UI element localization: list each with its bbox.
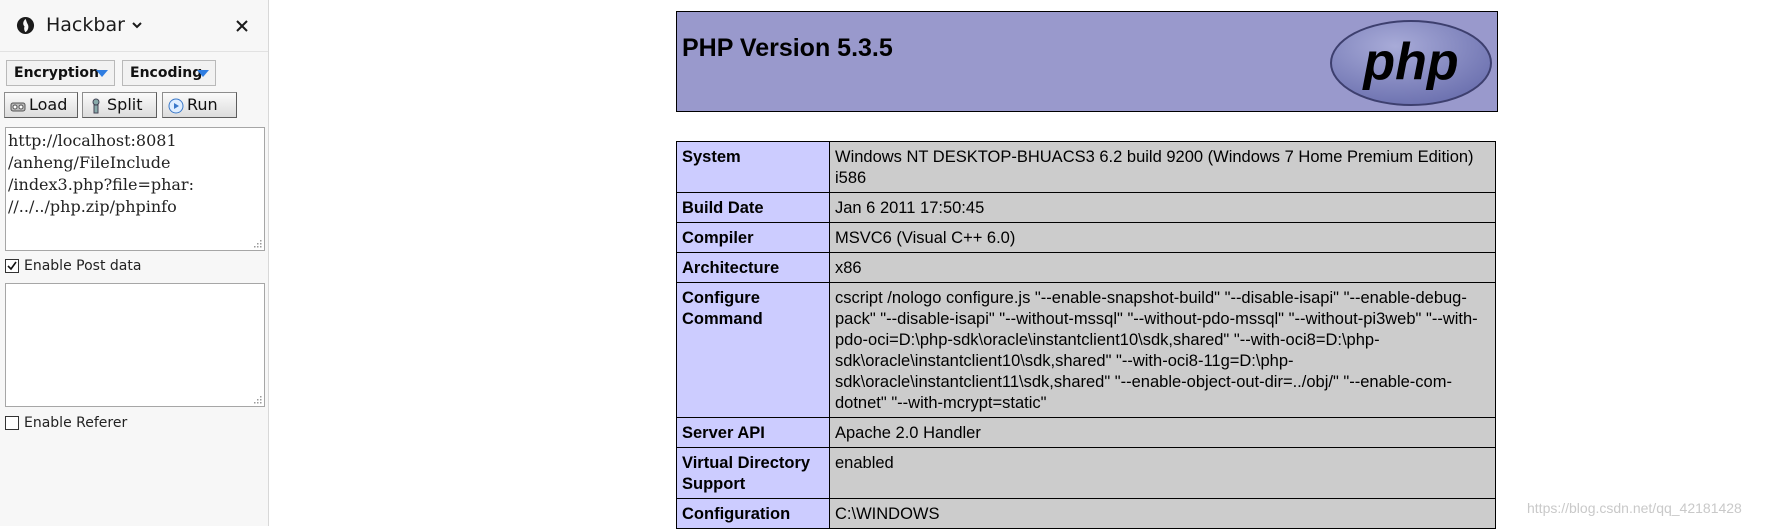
table-row: Configure Command cscript /nologo configu… [676, 282, 1496, 418]
enable-post-label: Enable Post data [24, 258, 142, 274]
php-version-title: PHP Version 5.3.5 [682, 34, 893, 62]
url-text: http://localhost:8081 /anheng/FileInclud… [8, 131, 194, 216]
table-row: System Windows NT DESKTOP-BHUACS3 6.2 bui… [676, 141, 1496, 193]
load-icon [10, 102, 26, 112]
chevron-down-icon[interactable] [131, 19, 143, 31]
row-key: Architecture [676, 252, 830, 283]
resize-grip-icon[interactable] [252, 238, 262, 248]
row-value: Windows NT DESKTOP-BHUACS3 6.2 build 920… [829, 141, 1496, 193]
url-textarea[interactable]: http://localhost:8081 /anheng/FileInclud… [5, 127, 265, 251]
enable-referer-label: Enable Referer [24, 415, 128, 431]
encryption-label: Encryption [14, 65, 99, 81]
sidebar-header: Hackbar [0, 0, 268, 52]
table-row: Server API Apache 2.0 Handler [676, 417, 1496, 448]
row-key: Compiler [676, 222, 830, 253]
php-logo-text: php [1361, 33, 1458, 91]
load-button[interactable]: Load [4, 92, 78, 118]
row-key: Virtual Directory Support [676, 447, 830, 499]
phpinfo-table: System Windows NT DESKTOP-BHUACS3 6.2 bui… [676, 141, 1496, 529]
table-row: Virtual Directory Support enabled [676, 447, 1496, 499]
split-label: Split [107, 95, 143, 114]
enable-referer-checkbox[interactable] [5, 416, 19, 430]
table-row: Configuration C:\WINDOWS [676, 498, 1496, 529]
php-logo[interactable]: php [1329, 19, 1493, 107]
row-value: Jan 6 2011 17:50:45 [829, 192, 1496, 223]
row-value: x86 [829, 252, 1496, 283]
php-version-header: PHP Version 5.3.5 php [676, 11, 1498, 112]
row-value: C:\WINDOWS [829, 498, 1496, 529]
encoding-dropdown[interactable]: Encoding [122, 60, 216, 86]
row-value: cscript /nologo configure.js "--enable-s… [829, 282, 1496, 418]
row-key: Configuration [676, 498, 830, 529]
row-key: System [676, 141, 830, 193]
post-data-textarea[interactable] [5, 283, 265, 407]
play-icon [168, 98, 184, 114]
dropdown-arrow-icon [197, 70, 209, 77]
run-label: Run [187, 95, 218, 114]
enable-post-checkbox[interactable] [5, 259, 19, 273]
table-row: Build Date Jan 6 2011 17:50:45 [676, 192, 1496, 223]
encoding-label: Encoding [130, 65, 203, 81]
row-key: Configure Command [676, 282, 830, 418]
row-value: MSVC6 (Visual C++ 6.0) [829, 222, 1496, 253]
table-row: Compiler MSVC6 (Visual C++ 6.0) [676, 222, 1496, 253]
row-value: enabled [829, 447, 1496, 499]
resize-grip-icon[interactable] [252, 394, 262, 404]
split-button[interactable]: Split [82, 92, 157, 118]
checkmark-icon [7, 261, 17, 271]
dropdown-arrow-icon [96, 70, 108, 77]
row-key: Build Date [676, 192, 830, 223]
sidebar-title: Hackbar [46, 14, 125, 36]
run-button[interactable]: Run [162, 92, 237, 118]
row-key: Server API [676, 417, 830, 448]
row-value: Apache 2.0 Handler [829, 417, 1496, 448]
close-icon[interactable] [234, 18, 250, 34]
watermark: https://blog.csdn.net/qq_42181428 [1527, 500, 1742, 516]
split-icon [92, 98, 100, 114]
table-row: Architecture x86 [676, 252, 1496, 283]
firefox-extension-icon [16, 16, 35, 35]
load-label: Load [29, 95, 68, 114]
encryption-dropdown[interactable]: Encryption [6, 60, 115, 86]
hackbar-sidebar: Hackbar Encryption Encoding Load Split R… [0, 0, 269, 526]
